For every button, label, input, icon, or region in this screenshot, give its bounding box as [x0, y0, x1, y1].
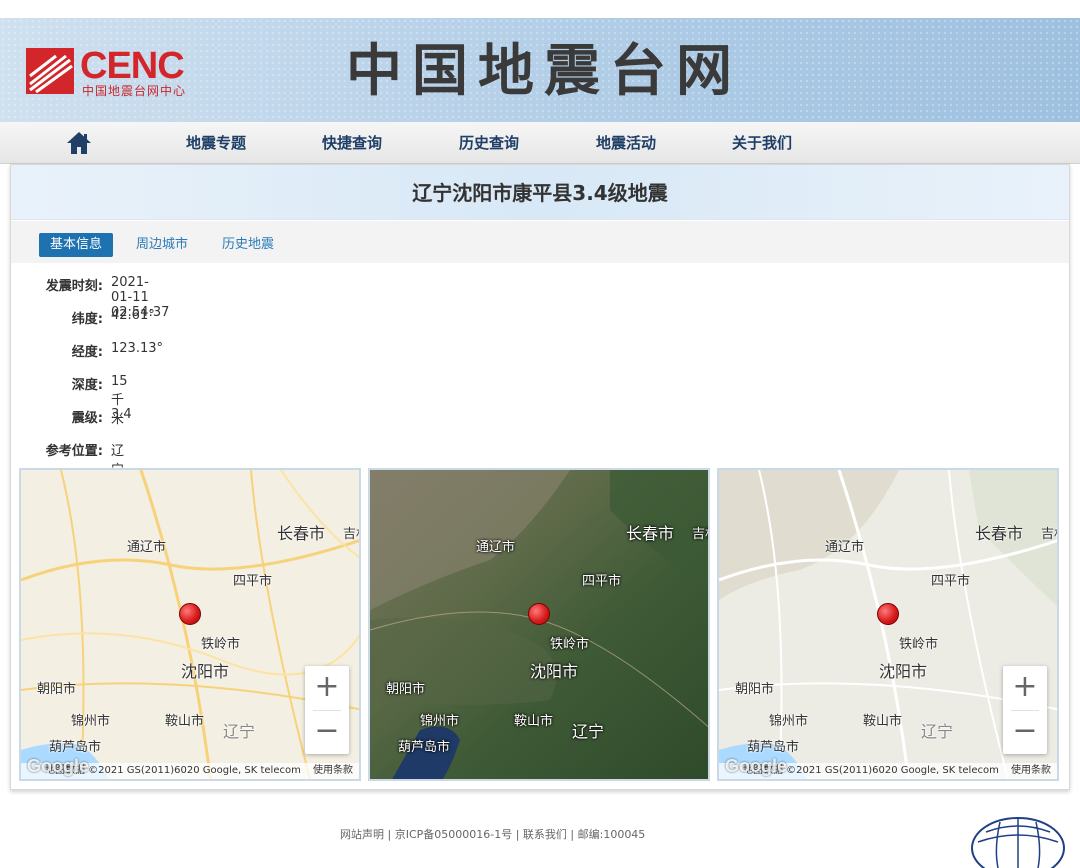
info-time-label: 发震时刻: — [45, 279, 103, 294]
nav-item-earthquake-topics[interactable]: 地震专题 — [186, 132, 246, 153]
city-label-jinzhou: 锦州市 — [420, 714, 460, 729]
zoom-control: + − — [1003, 666, 1047, 754]
info-lon-value: 123.13° — [111, 341, 163, 356]
city-label-chaoyang: 朝阳市 — [735, 682, 775, 697]
logo-subtitle: 中国地震台网中心 — [82, 84, 187, 98]
city-label-anshan: 鞍山市 — [863, 714, 903, 729]
tab-nearby-cities[interactable]: 周边城市 — [125, 233, 199, 257]
city-label-siping: 四平市 — [931, 574, 971, 589]
city-label-huludao: 葫芦岛市 — [398, 740, 451, 755]
main-nav: 地震专题 快捷查询 历史查询 地震活动 关于我们 — [0, 122, 1080, 164]
globe-icon — [971, 817, 1065, 868]
info-magnitude-label: 震级: — [71, 411, 103, 426]
nav-item-about-us[interactable]: 关于我们 — [732, 132, 792, 153]
cenc-logo-icon — [26, 48, 74, 94]
terms-link[interactable]: 使用条款 — [313, 763, 353, 779]
event-title-bar: 辽宁沈阳市康平县3.4级地震 — [11, 165, 1069, 220]
city-label-siping: 四平市 — [582, 574, 622, 589]
city-label-tongliao: 通辽市 — [825, 540, 865, 555]
nav-item-quick-query[interactable]: 快捷查询 — [322, 132, 382, 153]
satellite-map-background — [370, 470, 708, 779]
google-logo[interactable]: Google — [725, 756, 787, 777]
tab-bar: 基本信息 周边城市 历史地震 — [11, 221, 1069, 263]
info-lat-label: 纬度: — [71, 312, 103, 327]
city-label-tongliao: 通辽市 — [476, 540, 516, 555]
google-logo[interactable]: Google — [27, 756, 89, 777]
region-label-liaoning: 辽宁 — [223, 722, 256, 741]
site-title: 中国地震台网 — [346, 38, 742, 104]
satellite-map[interactable]: 长春市 吉林 通辽市 四平市 铁岭市 沈阳市 朝阳市 锦州市 鞍山市 辽宁 葫芦… — [368, 468, 710, 781]
city-label-shenyang: 沈阳市 — [879, 662, 928, 681]
city-label-shenyang: 沈阳市 — [530, 662, 579, 681]
tab-history-quakes[interactable]: 历史地震 — [211, 233, 285, 257]
terms-link[interactable]: 使用条款 — [1011, 763, 1051, 779]
terrain-map[interactable]: 长春市 吉林 通辽市 四平市 铁岭市 沈阳市 朝阳市 锦州市 鞍山市 辽宁 葫芦… — [717, 468, 1059, 781]
city-label-tieling: 铁岭市 — [201, 637, 241, 652]
tab-basic-info[interactable]: 基本信息 — [39, 233, 114, 257]
city-label-huludao: 葫芦岛市 — [49, 740, 102, 755]
site-banner: CENC 中国地震台网中心 中国地震台网 — [0, 18, 1080, 122]
zoom-control: + − — [305, 666, 349, 754]
footer-text: 网站声明 | 京ICP备05000016-1号 | 联系我们 | 邮编:1000… — [340, 828, 646, 841]
info-depth-label: 深度: — [71, 378, 103, 393]
zoom-in-button[interactable]: + — [1003, 666, 1047, 710]
zoom-out-button[interactable]: − — [305, 710, 349, 754]
city-label-jinzhou: 锦州市 — [71, 714, 111, 729]
home-icon[interactable] — [66, 131, 92, 155]
city-label-huludao: 葫芦岛市 — [747, 740, 800, 755]
info-lon-label: 经度: — [71, 345, 103, 360]
city-label-changchun: 长春市 — [626, 524, 675, 543]
zoom-in-button[interactable]: + — [305, 666, 349, 710]
event-title: 辽宁沈阳市康平县3.4级地震 — [412, 181, 668, 205]
city-label-chaoyang: 朝阳市 — [386, 682, 426, 697]
city-label-jilin: 吉林 — [1041, 527, 1057, 542]
zoom-out-button[interactable]: − — [1003, 710, 1047, 754]
city-label-jinzhou: 锦州市 — [769, 714, 809, 729]
city-label-jilin: 吉林 — [343, 527, 359, 542]
city-label-anshan: 鞍山市 — [165, 714, 205, 729]
epicenter-marker[interactable] — [877, 603, 899, 625]
city-label-jilin: 吉林 — [692, 527, 708, 542]
city-label-tieling: 铁岭市 — [899, 637, 939, 652]
city-label-tieling: 铁岭市 — [550, 637, 590, 652]
top-strip — [0, 0, 1080, 18]
info-location-label: 参考位置: — [45, 444, 103, 459]
city-label-changchun: 长春市 — [277, 524, 326, 543]
city-label-shenyang: 沈阳市 — [181, 662, 230, 681]
info-magnitude-value: 3.4 — [111, 407, 132, 422]
epicenter-marker[interactable] — [179, 603, 201, 625]
city-label-chaoyang: 朝阳市 — [37, 682, 77, 697]
nav-item-history-query[interactable]: 历史查询 — [459, 132, 519, 153]
city-label-tongliao: 通辽市 — [127, 540, 167, 555]
info-lat-value: 42.61° — [111, 308, 155, 323]
event-panel: 辽宁沈阳市康平县3.4级地震 基本信息 周边城市 历史地震 发震时刻: 2021… — [10, 164, 1070, 790]
road-map[interactable]: 长春市 吉林 通辽市 四平市 铁岭市 沈阳市 朝阳市 锦州市 鞍山市 辽宁 葫芦… — [19, 468, 361, 781]
region-label-liaoning: 辽宁 — [572, 722, 605, 741]
nav-item-seismic-activity[interactable]: 地震活动 — [596, 132, 656, 153]
region-label-liaoning: 辽宁 — [921, 722, 954, 741]
city-label-anshan: 鞍山市 — [514, 714, 554, 729]
epicenter-marker[interactable] — [528, 603, 550, 625]
city-label-siping: 四平市 — [233, 574, 273, 589]
cenc-logo[interactable]: CENC 中国地震台网中心 — [26, 46, 216, 102]
city-label-changchun: 长春市 — [975, 524, 1024, 543]
logo-text: CENC — [80, 45, 185, 87]
